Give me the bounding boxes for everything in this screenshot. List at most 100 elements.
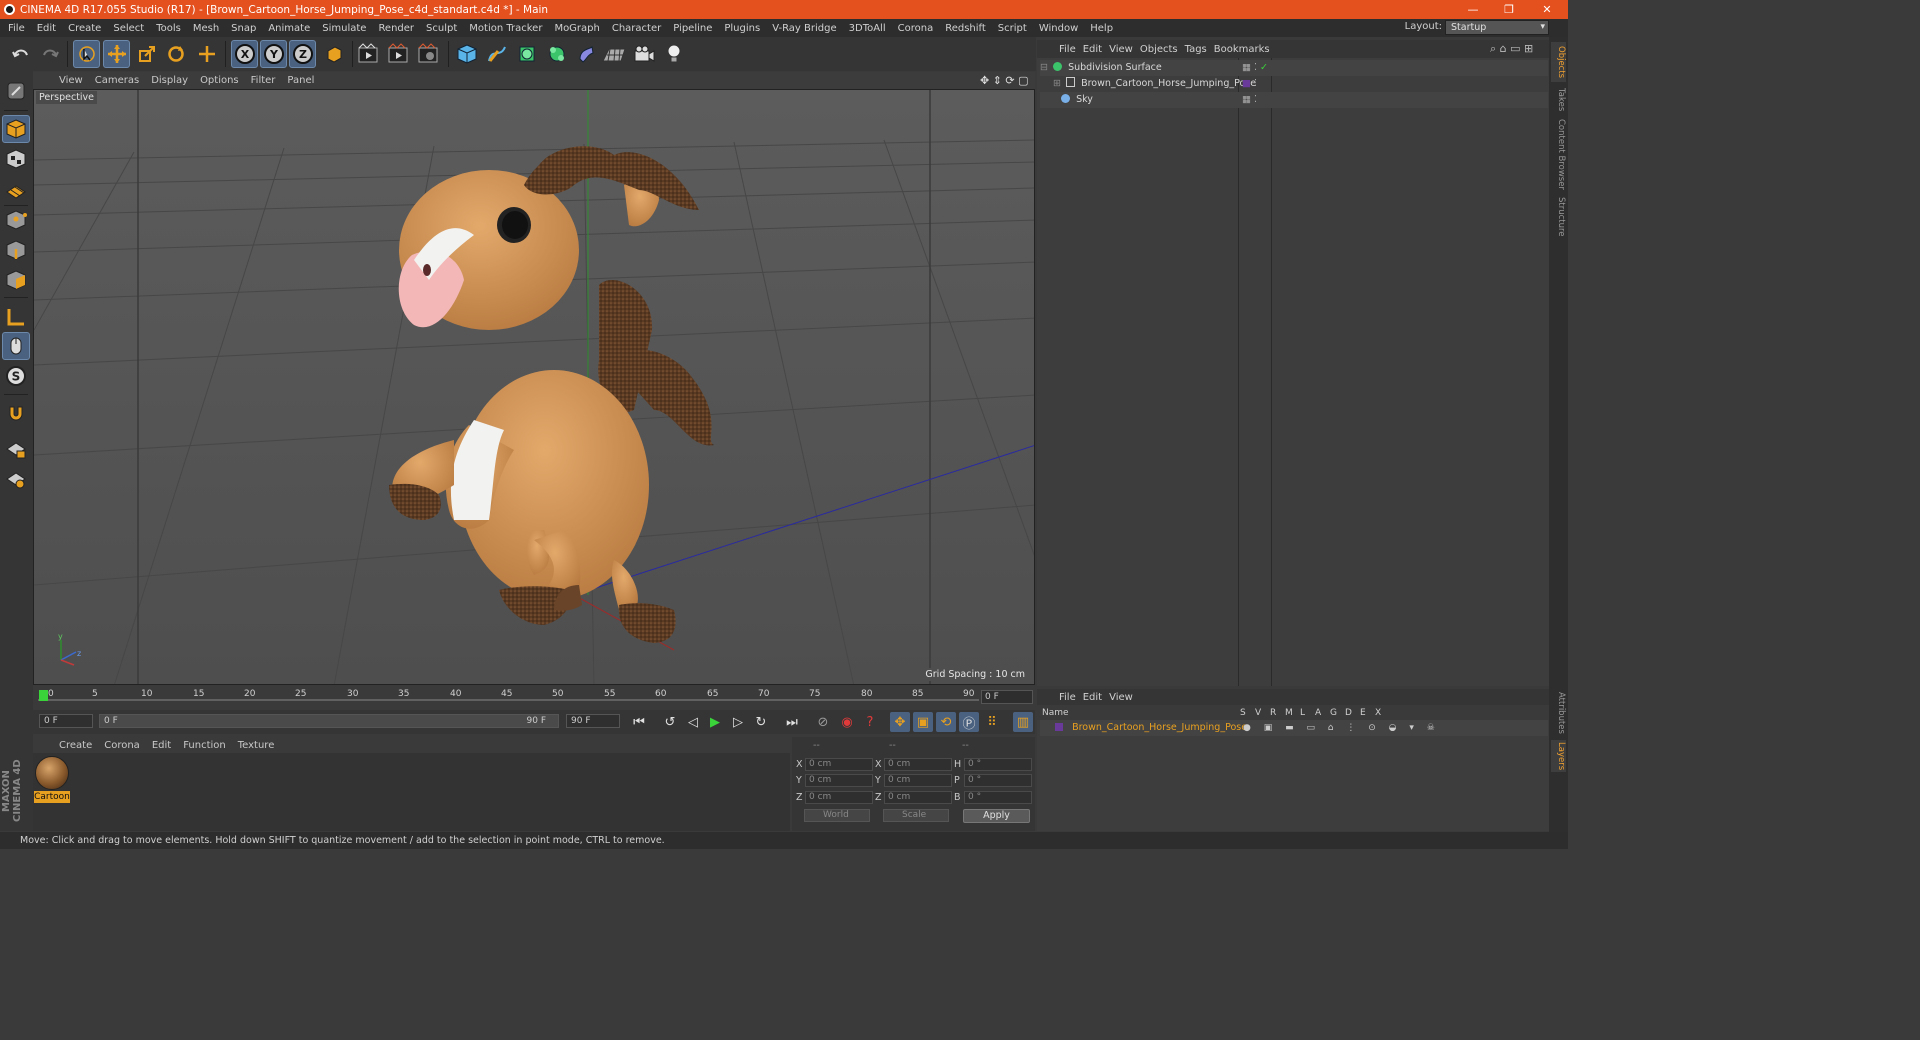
object-visibility-dots[interactable]: ▦ ⁚ — [1242, 92, 1257, 108]
viewport-menu-display[interactable]: Display — [145, 75, 194, 86]
rotation-h-field[interactable]: 0 ° — [964, 758, 1032, 771]
axis-mode-icon[interactable] — [2, 303, 30, 331]
camera-icon[interactable] — [630, 40, 657, 68]
menu-redshift[interactable]: Redshift — [940, 23, 993, 34]
timeline[interactable] — [33, 686, 1035, 710]
cloner-icon[interactable] — [543, 40, 570, 68]
material-menu-corona[interactable]: Corona — [98, 740, 146, 751]
viewport-menu-panel[interactable]: Panel — [281, 75, 320, 86]
layer-column-generators[interactable]: G — [1330, 708, 1337, 718]
layer-column-render[interactable]: R — [1270, 708, 1276, 718]
undo-icon[interactable] — [7, 40, 34, 68]
layer-color-swatch[interactable] — [1055, 723, 1064, 731]
subdivision-surface-icon[interactable] — [513, 40, 540, 68]
key-position-icon[interactable]: ✥ — [890, 712, 910, 732]
rotate-tool-icon[interactable] — [162, 40, 189, 68]
viewport-menu-view[interactable]: View — [53, 75, 89, 86]
planar-workplane-icon[interactable] — [2, 466, 30, 494]
menu-sculpt[interactable]: Sculpt — [421, 23, 464, 34]
apply-button[interactable]: Apply — [963, 809, 1030, 823]
size-y-field[interactable]: 0 cm — [884, 774, 952, 787]
y-axis-lock-button[interactable]: Y — [260, 40, 287, 68]
menu-pipeline[interactable]: Pipeline — [668, 23, 719, 34]
move-tool-icon[interactable] — [103, 40, 130, 68]
object-manager-search-icons[interactable]: ⌕ ⌂ ▭ ⊞ — [1490, 42, 1533, 56]
menu-simulate[interactable]: Simulate — [317, 23, 373, 34]
coordinate-system-icon[interactable] — [320, 40, 347, 68]
layer-row[interactable]: Brown_Cartoon_Horse_Jumping_Pose ● ▣ ▬ ▭… — [1040, 720, 1548, 736]
layer-column-animation[interactable]: A — [1315, 708, 1321, 718]
layer-menu-file[interactable]: File — [1059, 692, 1083, 703]
layer-column-xref[interactable]: X — [1375, 708, 1381, 718]
make-editable-icon[interactable] — [2, 77, 30, 105]
material-name-label[interactable]: Cartoon — [34, 791, 70, 803]
side-tab-attributes[interactable]: Attributes — [1551, 690, 1566, 736]
viewport-menu-cameras[interactable]: Cameras — [89, 75, 145, 86]
polygons-mode-icon[interactable] — [2, 266, 30, 294]
layer-menu-edit[interactable]: Edit — [1083, 692, 1109, 703]
timeline-playhead[interactable] — [39, 690, 48, 701]
next-key-icon[interactable]: ↻ — [751, 712, 771, 732]
key-scale-icon[interactable]: ▣ — [913, 712, 933, 732]
layer-column-deformers[interactable]: D — [1345, 708, 1352, 718]
position-x-field[interactable]: 0 cm — [805, 758, 873, 771]
end-frame-field[interactable]: 90 F — [566, 714, 620, 728]
edges-mode-icon[interactable] — [2, 236, 30, 264]
menu-3dtoall[interactable]: 3DToAll — [844, 23, 893, 34]
layer-toggle-icons[interactable]: ● ▣ ▬ ▭ ⌂ ⋮ ⊙ ◒ ▾ ☠ — [1243, 720, 1440, 736]
object-menu-bookmarks[interactable]: Bookmarks — [1214, 44, 1277, 55]
layout-select[interactable]: Startup — [1445, 20, 1549, 35]
side-tab-takes[interactable]: Takes — [1551, 86, 1566, 114]
menu-animate[interactable]: Animate — [263, 23, 317, 34]
rotation-b-field[interactable]: 0 ° — [964, 791, 1032, 804]
previous-frame-icon[interactable]: ◁ — [683, 712, 703, 732]
side-tab-layers[interactable]: Layers — [1551, 740, 1566, 772]
menu-create[interactable]: Create — [63, 23, 108, 34]
timeline-window-icon[interactable]: ▥ — [1013, 712, 1033, 732]
material-menu-function[interactable]: Function — [177, 740, 232, 751]
layer-column-locked[interactable]: L — [1300, 708, 1305, 718]
menu-edit[interactable]: Edit — [32, 23, 63, 34]
points-mode-icon[interactable] — [2, 206, 30, 234]
perspective-viewport[interactable]: y z Perspective Grid Spacing : 10 cm — [33, 89, 1035, 685]
workplane-mode-icon[interactable] — [2, 175, 30, 203]
menu-tools[interactable]: Tools — [151, 23, 188, 34]
x-axis-lock-button[interactable]: X — [231, 40, 258, 68]
menu-character[interactable]: Character — [607, 23, 668, 34]
play-forward-icon[interactable]: ▶ — [705, 712, 725, 732]
render-picture-viewer-icon[interactable] — [385, 40, 412, 68]
menu-snap[interactable]: Snap — [226, 23, 263, 34]
keyframe-selection-icon[interactable]: ? — [860, 712, 880, 732]
object-menu-view[interactable]: View — [1109, 44, 1140, 55]
start-frame-field[interactable]: 0 F — [39, 714, 93, 728]
object-row[interactable]: ⊞ Brown_Cartoon_Horse_Jumping_Pose ■ ⁚ — [1040, 76, 1548, 92]
menu-corona[interactable]: Corona — [893, 23, 941, 34]
viewport-menu-filter[interactable]: Filter — [245, 75, 282, 86]
menu-select[interactable]: Select — [108, 23, 151, 34]
frame-range-slider[interactable]: 0 F 90 F — [99, 714, 559, 728]
key-point-level-icon[interactable]: ⠿ — [982, 712, 1002, 732]
position-y-field[interactable]: 0 cm — [805, 774, 873, 787]
menu-help[interactable]: Help — [1085, 23, 1120, 34]
key-rotation-icon[interactable]: ⟲ — [936, 712, 956, 732]
record-active-objects-icon[interactable]: ⊘ — [813, 712, 833, 732]
object-visibility-dots[interactable]: ▦ ⁚ ✓ — [1242, 60, 1268, 76]
viewport-menu-options[interactable]: Options — [194, 75, 245, 86]
current-frame-field[interactable]: 0 F — [981, 690, 1033, 704]
magnet-icon[interactable] — [2, 399, 30, 427]
autokeying-icon[interactable]: ◉ — [837, 712, 857, 732]
menu-plugins[interactable]: Plugins — [719, 23, 767, 34]
render-settings-icon[interactable] — [415, 40, 442, 68]
lock-workplane-icon[interactable] — [2, 436, 30, 464]
side-tab-content-browser[interactable]: Content Browser — [1551, 118, 1566, 190]
tweak-mode-icon[interactable] — [2, 332, 30, 360]
object-menu-tags[interactable]: Tags — [1185, 44, 1214, 55]
material-menu-create[interactable]: Create — [53, 740, 98, 751]
side-tab-structure[interactable]: Structure — [1551, 196, 1566, 238]
deformer-icon[interactable] — [572, 40, 599, 68]
menu-render[interactable]: Render — [373, 23, 421, 34]
minimize-button[interactable]: — — [1456, 0, 1490, 19]
size-x-field[interactable]: 0 cm — [884, 758, 952, 771]
restore-button[interactable]: ❐ — [1492, 0, 1526, 19]
layer-column-manager[interactable]: M — [1285, 708, 1293, 718]
